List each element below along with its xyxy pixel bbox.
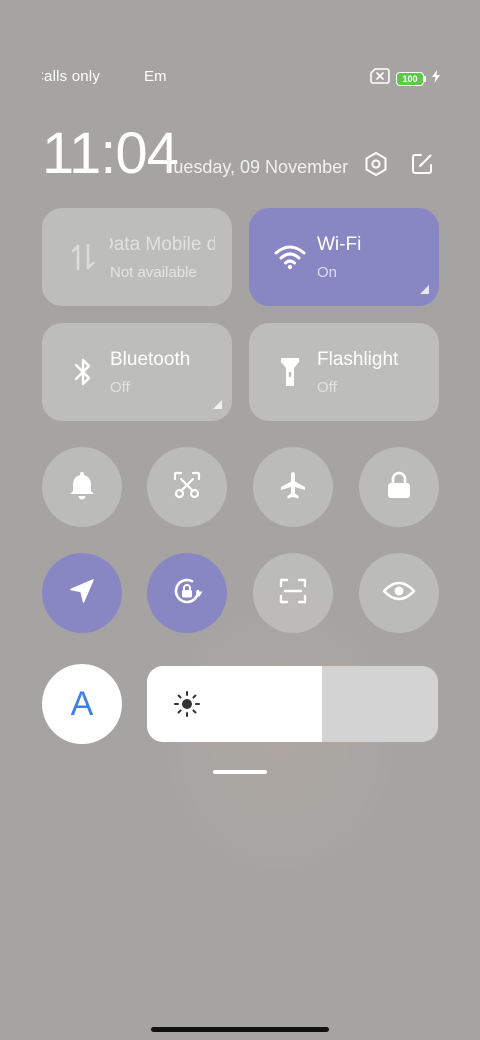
tile-flashlight-subtitle: Off [317,379,337,396]
tile-bluetooth-title: Bluetooth [110,349,191,370]
toggle-rotation-lock[interactable] [147,553,227,633]
toggle-reading-mode[interactable] [359,553,439,633]
tile-wifi-title: Wi-Fi [317,234,362,255]
tile-mobile-data-subtitle: Not available [110,264,197,281]
auto-brightness-button[interactable]: A [42,664,122,744]
lock-icon [386,471,412,504]
wifi-icon [273,240,307,274]
home-indicator[interactable] [151,1027,329,1032]
auto-brightness-label: A [70,684,94,723]
mobile-data-icon [66,240,100,274]
eye-icon [382,579,416,608]
status-icons: 100 [370,68,440,89]
carrier-text-secondary: Emergency calls only [144,68,166,85]
toggle-mute[interactable] [42,447,122,527]
tile-wifi[interactable]: Wi-Fi On [249,208,439,306]
scan-icon [278,576,308,611]
airplane-icon [278,470,308,505]
battery-icon: 100 [396,71,426,86]
date: Tuesday, 09 November [163,157,349,177]
sun-icon [173,690,201,718]
tile-flashlight[interactable]: Flashlight Off [249,323,439,421]
tile-bluetooth[interactable]: Bluetooth Off [42,323,232,421]
toggle-airplane[interactable] [253,447,333,527]
flashlight-icon [273,355,307,389]
toggle-location[interactable] [42,553,122,633]
tile-flashlight-title: Flashlight [317,349,399,370]
carrier-text: Calls only [42,68,101,85]
drag-handle[interactable] [213,770,267,774]
bluetooth-icon [66,355,100,389]
tile-wifi-subtitle: On [317,264,338,281]
edit-icon[interactable] [408,150,436,178]
location-icon [69,578,95,609]
rotation-lock-icon [170,574,204,613]
charging-bolt-icon [432,69,440,88]
toggle-scanner[interactable] [253,553,333,633]
tile-mobile-data[interactable]: Data Mobile data Not available [42,208,232,306]
bell-icon [68,470,96,505]
expand-corner-icon[interactable] [420,285,429,294]
status-bar: Calls only Emergency calls only 100 [0,60,480,92]
no-sim-icon [370,68,390,89]
toggle-screenshot[interactable] [147,447,227,527]
brightness-slider[interactable] [147,666,438,742]
clock: 11:04 [42,121,179,186]
battery-level: 100 [396,71,424,86]
expand-corner-icon[interactable] [213,400,222,409]
control-center-header: 11:04 Tuesday, 09 November [42,120,442,190]
tile-bluetooth-subtitle: Off [110,379,130,396]
tile-mobile-data-title: Data Mobile data [110,234,215,255]
toggle-lock-screen[interactable] [359,447,439,527]
settings-hex-icon[interactable] [362,150,390,178]
screenshot-scissors-icon [172,470,202,505]
